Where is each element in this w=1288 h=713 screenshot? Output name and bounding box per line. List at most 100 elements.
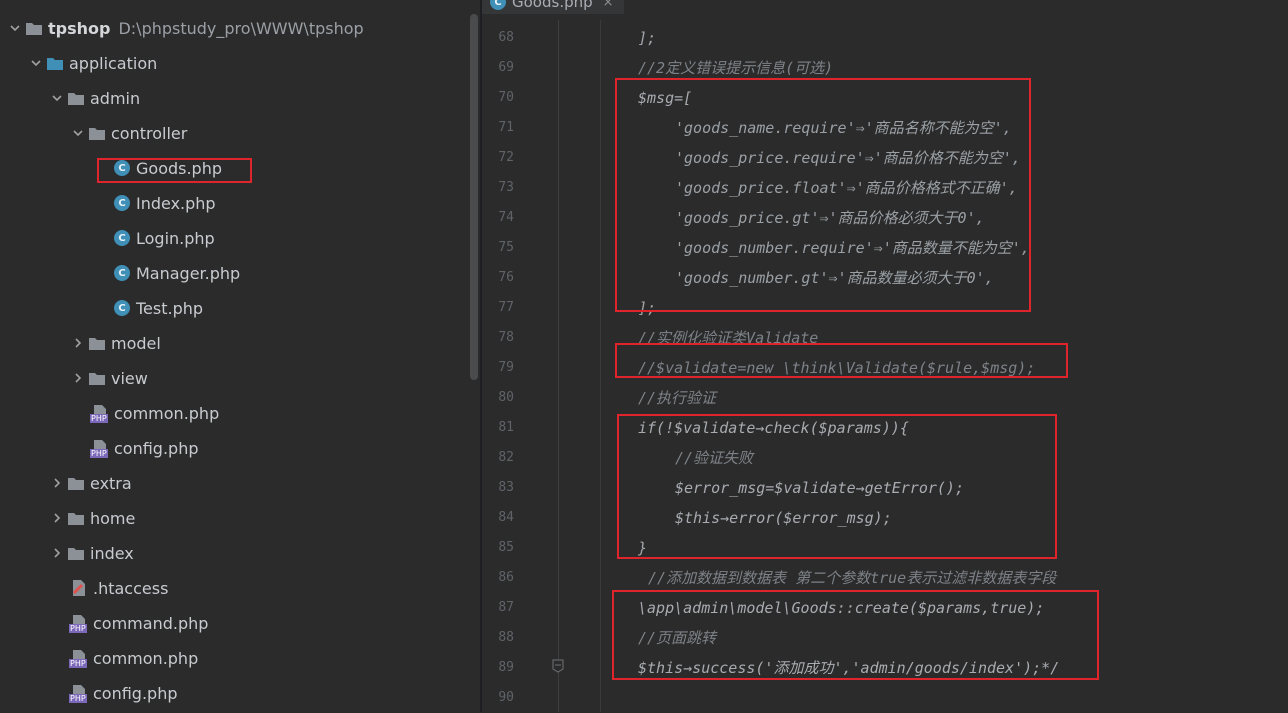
line-number: 86 [498,570,514,585]
php-class-icon: C [112,228,132,248]
tree-folder-extra[interactable]: extra [48,468,132,498]
php-class-icon: C [112,193,132,213]
tree-file-config-php-root[interactable]: PHP config.php [69,678,178,708]
line-number: 78 [498,330,514,345]
tree-label: controller [111,123,188,143]
line-number: 70 [498,90,514,105]
folder-icon [87,123,107,143]
folder-icon [87,368,107,388]
tree-folder-view[interactable]: view [69,363,148,393]
tree-file-index-php[interactable]: C Index.php [112,188,216,218]
tree-label: common.php [114,403,220,423]
code-line: //执行验证 [638,389,717,407]
line-number: 75 [498,240,514,255]
tree-label: command.php [93,613,209,633]
folder-icon [66,88,86,108]
tree-folder-application[interactable]: application [27,48,157,78]
htaccess-file-icon [69,578,89,598]
tree-label: .htaccess [93,578,169,598]
php-file-icon: PHP [69,613,89,633]
line-number: 73 [498,180,514,195]
php-file-icon: PHP [69,683,89,703]
code-line: ]; [638,29,657,47]
chevron-right-icon[interactable] [48,503,66,533]
line-number: 87 [498,600,514,615]
tab-label: Goods.php [512,0,593,11]
line-number: 85 [498,540,514,555]
project-scrollbar[interactable] [470,14,478,380]
php-file-icon: PHP [90,403,110,423]
tree-label: Index.php [136,193,216,213]
tree-label: Login.php [136,228,215,248]
tree-label: application [69,53,158,73]
code-line: //添加数据到数据表 第二个参数true表示过滤非数据表字段 [648,569,1057,587]
chevron-down-icon[interactable] [48,83,66,113]
php-class-icon: C [112,298,132,318]
tree-label: Test.php [136,298,204,318]
php-file-icon: PHP [90,438,110,458]
fold-marker-icon[interactable] [552,658,564,673]
folder-icon [24,18,44,38]
tree-file-login-php[interactable]: C Login.php [112,223,215,253]
chevron-down-icon[interactable] [6,13,24,43]
tree-label: home [90,508,136,528]
tree-root-tpshop[interactable]: tpshop D:\phpstudy_pro\WWW\tpshop [6,13,364,43]
tree-label: extra [90,473,132,493]
chevron-right-icon[interactable] [48,468,66,498]
close-icon[interactable]: × [603,0,614,10]
line-number: 89 [498,660,514,675]
tree-label: model [111,333,161,353]
tree-label: config.php [114,438,199,458]
fold-gutter-line [558,20,559,712]
tree-folder-model[interactable]: model [69,328,161,358]
php-class-icon: C [112,263,132,283]
line-number: 72 [498,150,514,165]
chevron-right-icon[interactable] [48,538,66,568]
chevron-down-icon[interactable] [27,48,45,78]
tree-folder-controller[interactable]: controller [69,118,187,148]
tree-folder-home[interactable]: home [48,503,135,533]
php-file-icon: PHP [69,648,89,668]
line-number: 80 [498,390,514,405]
line-number: 81 [498,420,514,435]
project-panel: tpshop D:\phpstudy_pro\WWW\tpshop applic… [0,0,470,712]
line-number: 77 [498,300,514,315]
tree-file-command-php[interactable]: PHP command.php [69,608,208,638]
tree-file-common-php[interactable]: PHP common.php [90,398,219,428]
tree-file-htaccess[interactable]: .htaccess [69,573,168,603]
tree-folder-index[interactable]: index [48,538,134,568]
line-number: 88 [498,630,514,645]
line-number: 82 [498,450,514,465]
tree-file-manager-php[interactable]: C Manager.php [112,258,240,288]
folder-icon [66,473,86,493]
line-number: 74 [498,210,514,225]
folder-icon [45,53,65,73]
tree-label: admin [90,88,141,108]
line-number: 83 [498,480,514,495]
chevron-down-icon[interactable] [69,118,87,148]
tree-file-test-php[interactable]: C Test.php [112,293,203,323]
highlight-goods-php [97,158,252,183]
line-number: 71 [498,120,514,135]
highlight-validate-line [615,343,1068,378]
folder-icon [87,333,107,353]
php-class-icon: C [490,0,506,10]
editor-tab-bar: C Goods.php × [482,0,1288,14]
line-number: 76 [498,270,514,285]
tree-folder-admin[interactable]: admin [48,83,140,113]
line-number: 90 [498,690,514,705]
tree-label: common.php [93,648,199,668]
tree-label: Manager.php [136,263,241,283]
tree-label: index [90,543,134,563]
tree-file-common-php-root[interactable]: PHP common.php [69,643,198,673]
tree-label: tpshop [48,18,111,38]
folder-icon [66,508,86,528]
folder-icon [66,543,86,563]
chevron-right-icon[interactable] [69,363,87,393]
tree-file-config-php[interactable]: PHP config.php [90,433,199,463]
tree-label: config.php [93,683,178,703]
tab-goods-php[interactable]: C Goods.php × [482,0,624,14]
chevron-right-icon[interactable] [69,328,87,358]
tree-label: view [111,368,148,388]
line-number: 84 [498,510,514,525]
